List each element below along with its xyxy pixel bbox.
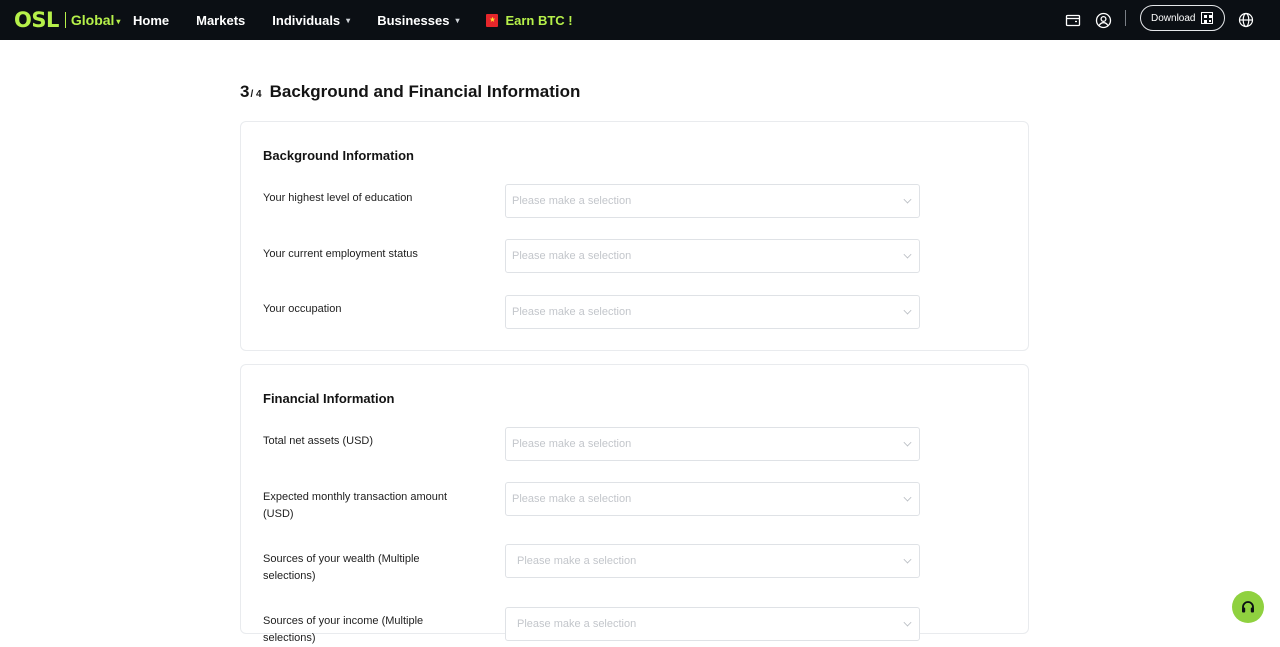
- chevron-down-icon: [903, 555, 912, 564]
- education-label: Your highest level of education: [263, 192, 413, 204]
- net-assets-label: Total net assets (USD): [263, 435, 374, 447]
- financial-title: Financial Information: [263, 391, 395, 406]
- download-button[interactable]: Download: [1140, 5, 1225, 31]
- step-current: 3: [240, 82, 250, 101]
- nav-earn-btc[interactable]: Earn BTC !: [486, 12, 573, 28]
- chevron-down-icon: ▾: [346, 15, 351, 25]
- nav-individuals[interactable]: Individuals ▾: [272, 13, 350, 28]
- nav-home[interactable]: Home: [133, 13, 169, 28]
- nav-individuals-label: Individuals: [272, 12, 341, 28]
- step-total: / 4: [250, 89, 262, 100]
- chevron-down-icon: [903, 250, 912, 259]
- osl-logo: OSL: [14, 8, 59, 32]
- globe-icon[interactable]: [1236, 10, 1256, 30]
- monthly-amount-label: Expected monthly transaction amount (USD…: [263, 491, 448, 520]
- background-card: Background Information Your highest leve…: [240, 121, 1029, 351]
- background-title: Background Information: [263, 148, 414, 163]
- chevron-down-icon: [903, 618, 912, 627]
- nav-businesses[interactable]: Businesses ▾: [377, 13, 459, 28]
- occupation-placeholder: Please make a selection: [512, 306, 632, 318]
- income-sources-label: Sources of your income (Multiple selecti…: [263, 615, 424, 644]
- chevron-down-icon: [903, 306, 912, 315]
- page-title: 3/ 4 Background and Financial Informatio…: [239, 82, 581, 104]
- chevron-down-icon: ▾: [455, 15, 460, 25]
- flag-icon: [486, 13, 499, 27]
- nav-divider: [1125, 10, 1126, 26]
- top-nav: OSL Global ▾ Home Markets Individuals ▾ …: [0, 0, 1280, 40]
- chevron-down-icon: [903, 438, 912, 447]
- occupation-select[interactable]: Please make a selection: [505, 295, 920, 329]
- nav-businesses-label: Businesses: [377, 12, 450, 28]
- page-title-text: Background and Financial Information: [269, 82, 581, 101]
- employment-select[interactable]: Please make a selection: [505, 239, 920, 273]
- user-icon[interactable]: [1093, 10, 1113, 30]
- chevron-down-icon: ▾: [116, 16, 121, 26]
- chevron-down-icon: [903, 493, 912, 502]
- wealth-sources-label: Sources of your wealth (Multiple selecti…: [263, 553, 420, 582]
- income-sources-select[interactable]: Please make a selection: [505, 607, 920, 641]
- employment-label: Your current employment status: [263, 248, 418, 260]
- region-label: Global: [70, 12, 115, 28]
- net-assets-placeholder: Please make a selection: [512, 438, 632, 450]
- education-placeholder: Please make a selection: [512, 195, 632, 207]
- nav-markets[interactable]: Markets: [196, 13, 245, 28]
- logo[interactable]: OSL Global ▾: [14, 7, 120, 33]
- financial-card: Financial Information Total net assets (…: [240, 364, 1029, 644]
- main-nav: Home Markets Individuals ▾ Businesses ▾ …: [133, 0, 600, 40]
- income-sources-placeholder: Please make a selection: [517, 618, 637, 630]
- logo-divider: [64, 12, 66, 28]
- monthly-amount-select[interactable]: Please make a selection: [505, 482, 920, 516]
- step-indicator: 3/ 4: [239, 82, 265, 104]
- chevron-down-icon: [903, 195, 912, 204]
- net-assets-select[interactable]: Please make a selection: [505, 427, 920, 461]
- monthly-amount-placeholder: Please make a selection: [512, 493, 632, 505]
- nav-earn-label: Earn BTC !: [505, 12, 573, 28]
- wealth-sources-select[interactable]: Please make a selection: [505, 544, 920, 578]
- headset-icon: [1242, 601, 1254, 613]
- region-selector[interactable]: Global ▾: [71, 12, 121, 28]
- qr-code-icon: [1201, 12, 1214, 24]
- download-label: Download: [1151, 12, 1196, 24]
- occupation-label: Your occupation: [263, 303, 342, 315]
- education-select[interactable]: Please make a selection: [505, 184, 920, 218]
- employment-placeholder: Please make a selection: [512, 250, 632, 262]
- wealth-sources-placeholder: Please make a selection: [517, 555, 637, 567]
- support-button[interactable]: [1232, 591, 1264, 623]
- wallet-icon[interactable]: [1063, 10, 1083, 30]
